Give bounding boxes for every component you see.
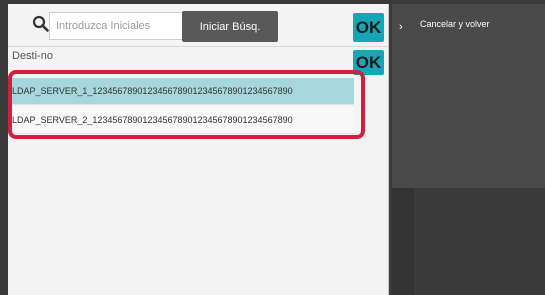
list-item[interactable]: LDAP_SERVER_2_12345678901234567890123456… (10, 107, 354, 134)
destination-list: LDAP_SERVER_1_12345678901234567890123456… (10, 78, 354, 134)
search-bar: Iniciar Búsq. OK (8, 4, 388, 47)
chevron-right-icon: › (399, 21, 403, 33)
search-icon (32, 15, 50, 33)
destination-panel: Iniciar Búsq. OK Desti-no OK LDAP_SERVER… (8, 4, 389, 295)
destination-ok-button[interactable]: OK (353, 50, 384, 75)
side-panel: › Cancelar y volver (392, 4, 545, 295)
search-ok-button[interactable]: OK (353, 13, 384, 42)
start-search-button[interactable]: Iniciar Búsq. (182, 11, 278, 42)
destination-label: Desti-no (12, 50, 53, 62)
list-item[interactable]: LDAP_SERVER_1_12345678901234567890123456… (10, 78, 354, 105)
search-input[interactable] (49, 12, 189, 40)
cancel-and-return-button[interactable]: › Cancelar y volver (392, 4, 545, 188)
cancel-label: Cancelar y volver (420, 19, 490, 29)
